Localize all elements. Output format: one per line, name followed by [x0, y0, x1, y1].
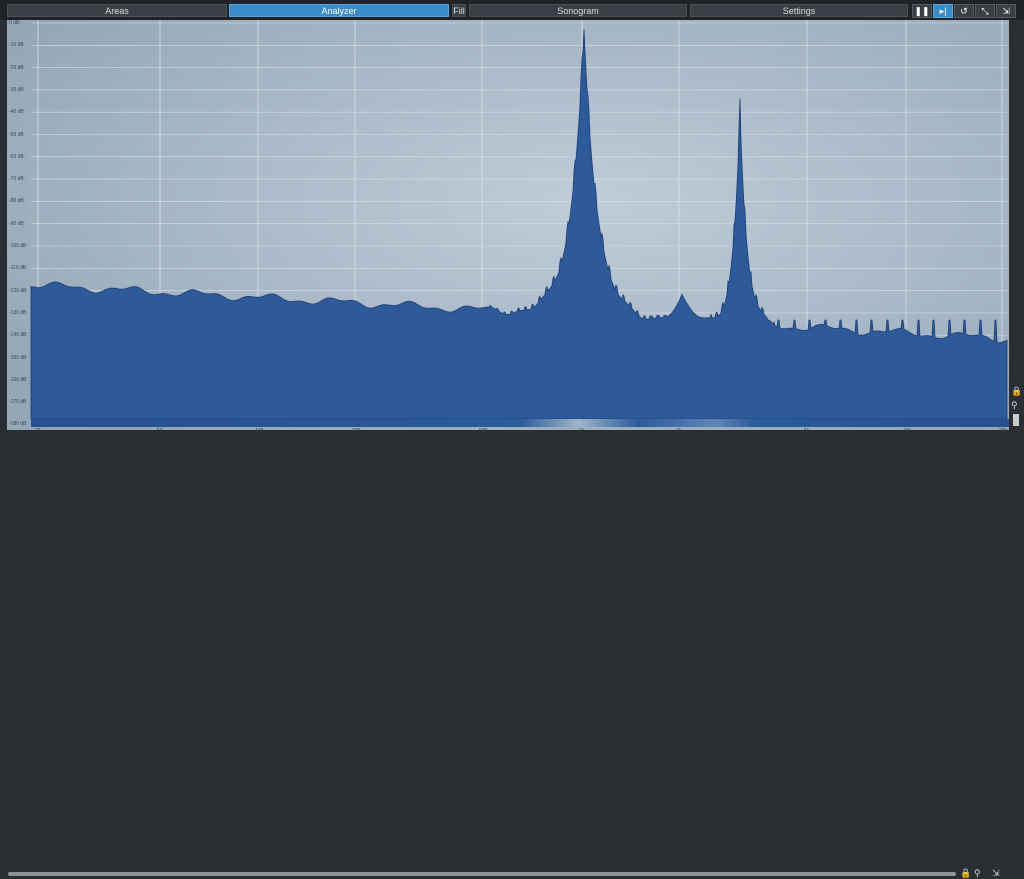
y-tick-label: -90 dB — [9, 220, 24, 227]
y-tick-label: -150 dB — [9, 354, 27, 361]
y-tick-label: -80 dB — [9, 198, 24, 205]
tab-analyzer[interactable]: Analyzer — [229, 4, 449, 17]
y-tick-label: -30 dB — [9, 86, 24, 93]
y-tick-label: -140 dB — [9, 332, 27, 339]
y-tick-label: -160 dB — [9, 376, 27, 383]
freeze-button[interactable]: ▸| — [933, 4, 953, 18]
y-tick-label: -40 dB — [9, 109, 24, 116]
bottom-bar: 🔒 ⚲ ⇲ — [0, 432, 1024, 878]
y-tick-label: -120 dB — [9, 287, 27, 294]
freeze-icon: ▸| — [939, 6, 947, 16]
lock-icon[interactable]: 🔒 — [1011, 386, 1022, 397]
reset-button[interactable]: ↺ — [954, 4, 974, 18]
y-tick-label: -10 dB — [9, 42, 24, 49]
y-tick-label: -130 dB — [9, 309, 27, 316]
horizontal-scrollbar[interactable] — [8, 872, 956, 876]
reset-icon: ↺ — [960, 6, 968, 16]
y-tick-label: -70 dB — [9, 176, 24, 183]
zoom-icon[interactable]: ⚲ — [974, 868, 981, 879]
y-tick-label: -180 dB — [9, 421, 27, 428]
y-tick-label: 0 dB — [9, 20, 20, 26]
lock-icon[interactable]: 🔒 — [960, 868, 971, 879]
scroll-icon[interactable] — [1013, 414, 1019, 426]
y-tick-label: -110 dB — [9, 265, 27, 272]
y-tick-label: -60 dB — [9, 153, 24, 160]
y-tick-label: -100 dB — [9, 243, 27, 249]
tab-sonogram[interactable]: Sonogram — [469, 4, 687, 17]
y-tick-label: -170 dB — [9, 399, 27, 406]
pause-icon: ❚❚ — [914, 6, 930, 16]
tab-settings[interactable]: Settings — [690, 4, 908, 17]
detach-button[interactable]: ⇲ — [996, 4, 1016, 18]
tab-areas[interactable]: Areas — [7, 4, 227, 17]
pause-button[interactable]: ❚❚ — [912, 4, 932, 18]
y-tick-label: -50 dB — [9, 131, 24, 138]
collapse-icon: ⤡ — [981, 6, 989, 16]
tab-fill[interactable]: Fill — [452, 4, 466, 17]
detach-icon: ⇲ — [1002, 6, 1010, 16]
frequency-band-strip — [31, 419, 1009, 427]
top-toolbar: Areas Analyzer Fill Sonogram Settings ❚❚… — [0, 0, 1024, 20]
y-tick-label: -20 dB — [9, 64, 24, 71]
collapse-button[interactable]: ⤡ — [975, 4, 995, 18]
zoom-icon[interactable]: ⚲ — [1011, 400, 1018, 411]
expand-icon[interactable]: ⇲ — [992, 868, 1000, 879]
spectrum-plot[interactable] — [7, 20, 1009, 430]
